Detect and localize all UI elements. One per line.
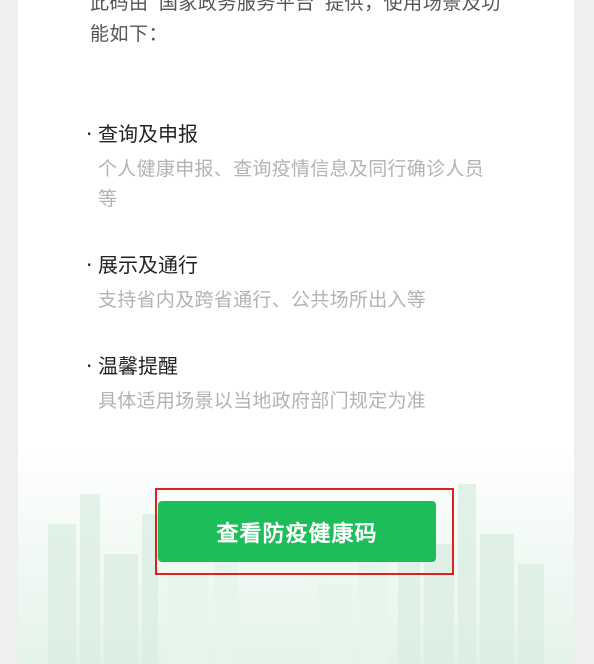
- section-desc: 支持省内及跨省通行、公共场所出入等: [98, 289, 427, 311]
- section-display-pass: · 展示及通行 支持省内及跨省通行、公共场所出入等: [86, 251, 516, 315]
- view-health-code-button[interactable]: 查看防疫健康码: [158, 501, 436, 562]
- bullet-marker: ·: [86, 354, 93, 378]
- section-desc: 具体适用场景以当地政府部门规定为准: [98, 390, 427, 412]
- bullet-marker: ·: [86, 253, 93, 277]
- section-title: 展示及通行: [98, 253, 198, 277]
- section-title: 查询及申报: [98, 122, 198, 146]
- section-title: 温馨提醒: [98, 354, 178, 378]
- section-desc: 个人健康申报、查询疫情信息及同行确诊人员等: [98, 158, 485, 210]
- section-query-report: · 查询及申报 个人健康申报、查询疫情信息及同行确诊人员等: [86, 120, 516, 214]
- bullet-marker: ·: [86, 122, 93, 146]
- section-reminder: · 温馨提醒 具体适用场景以当地政府部门规定为准: [86, 352, 516, 416]
- intro-text: 此码由“国家政务服务平台”提供，使用场景及功能如下：: [90, 0, 501, 45]
